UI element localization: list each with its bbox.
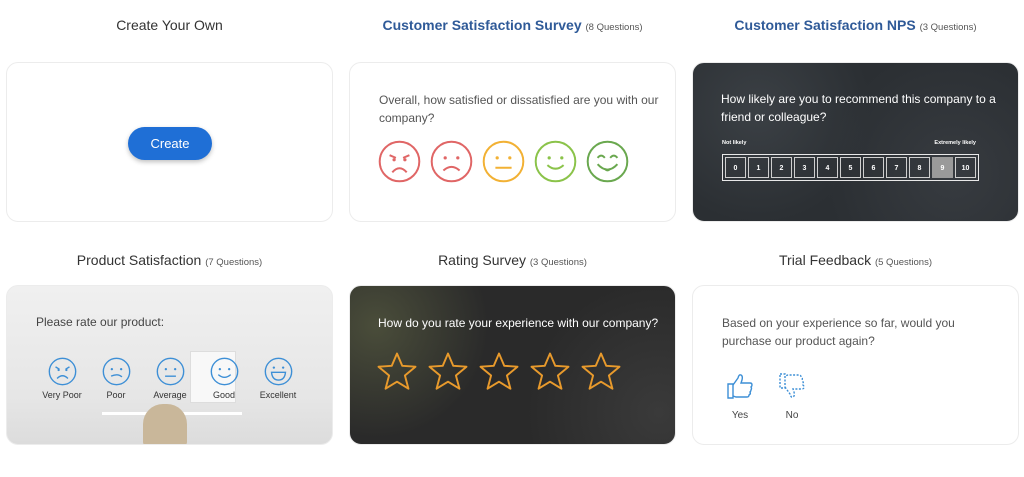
nps-option: 7 [886, 157, 907, 178]
tile-title: Customer Satisfaction NPS (3 Questions) [692, 12, 1019, 38]
option-good: Good [197, 356, 251, 400]
nps-option: 0 [725, 157, 746, 178]
nps-option: 6 [863, 157, 884, 178]
face-rating-row [377, 139, 630, 184]
option-label: Very Poor [42, 390, 82, 400]
option-poor: Poor [89, 356, 143, 400]
star-icon [377, 352, 417, 390]
nps-option: 8 [909, 157, 930, 178]
tile-title-text: Trial Feedback [779, 252, 872, 268]
template-card-product[interactable]: Please rate our product: Very Poor Poor … [6, 285, 333, 445]
nps-low-label: Not likely [722, 140, 747, 146]
tile-title-text: Rating Survey [438, 252, 526, 268]
star-icon [581, 352, 621, 390]
template-card-rating[interactable]: How do you rate your experience with our… [349, 285, 676, 445]
no-label: No [785, 410, 799, 421]
option-average: Average [143, 356, 197, 400]
product-rating-row: Very Poor Poor Average Good Excellent [35, 356, 305, 400]
option-yes: Yes [724, 370, 756, 421]
nps-option: 3 [794, 157, 815, 178]
very-poor-face-icon [48, 357, 76, 386]
preview-question: How do you rate your experience with our… [378, 316, 659, 330]
nps-option: 9 [932, 157, 953, 178]
nps-option: 5 [840, 157, 861, 178]
option-label: Good [212, 390, 236, 400]
tile-title: Product Satisfaction (7 Questions) [6, 247, 333, 273]
option-label: Poor [106, 390, 126, 400]
preview-question: Please rate our product: [36, 315, 165, 329]
thumbs-down-icon [779, 373, 805, 398]
excellent-face-icon [264, 357, 292, 386]
nps-option: 4 [817, 157, 838, 178]
thumbs-up-icon [727, 374, 753, 399]
preview-question: How likely are you to recommend this com… [721, 92, 996, 124]
unhappy-face-icon [430, 140, 473, 183]
question-count: (3 Questions) [919, 22, 977, 33]
tile-title: Create Your Own [6, 12, 333, 38]
option-label: Average [153, 390, 187, 400]
nps-option: 2 [771, 157, 792, 178]
very-happy-face-icon [586, 140, 629, 183]
star-icon [530, 352, 570, 390]
nps-option: 1 [748, 157, 769, 178]
nps-scale: 0 1 2 3 4 5 6 7 8 9 10 [722, 154, 979, 181]
question-count: (3 Questions) [529, 257, 587, 268]
tile-title: Customer Satisfaction Survey (8 Question… [349, 12, 676, 38]
option-label: Excellent [259, 390, 297, 400]
very-unhappy-face-icon [378, 140, 421, 183]
yes-no-row: Yes No [724, 370, 808, 421]
yes-label: Yes [731, 410, 749, 421]
question-count: (5 Questions) [874, 257, 932, 268]
background-chair [143, 404, 187, 444]
neutral-face-icon [482, 140, 525, 183]
happy-face-icon [534, 140, 577, 183]
poor-face-icon [102, 357, 130, 386]
template-card-csat[interactable]: Overall, how satisfied or dissatisfied a… [349, 62, 676, 222]
preview-question: Overall, how satisfied or dissatisfied a… [379, 93, 659, 125]
tile-title-text: Customer Satisfaction Survey [382, 17, 582, 33]
tile-title-text: Create Your Own [116, 17, 223, 33]
tile-title-text: Customer Satisfaction NPS [734, 17, 916, 33]
star-icon [428, 352, 468, 390]
option-no: No [776, 370, 808, 421]
nps-option: 10 [955, 157, 976, 178]
question-count: (7 Questions) [205, 257, 263, 268]
template-card-create[interactable]: Create [6, 62, 333, 222]
tile-title: Trial Feedback (5 Questions) [692, 247, 1019, 273]
option-excellent: Excellent [251, 356, 305, 400]
template-card-nps[interactable]: How likely are you to recommend this com… [692, 62, 1019, 222]
create-button[interactable]: Create [128, 127, 212, 160]
tile-title-text: Product Satisfaction [76, 252, 202, 268]
template-card-trial[interactable]: Based on your experience so far, would y… [692, 285, 1019, 445]
average-face-icon [156, 357, 184, 386]
option-very-poor: Very Poor [35, 356, 89, 400]
question-count: (8 Questions) [585, 22, 643, 33]
good-face-icon [210, 357, 238, 386]
tile-title: Rating Survey (3 Questions) [349, 247, 676, 273]
star-icon [479, 352, 519, 390]
star-rating-row [375, 350, 623, 394]
preview-question: Based on your experience so far, would y… [722, 316, 955, 348]
nps-high-label: Extremely likely [934, 140, 976, 146]
